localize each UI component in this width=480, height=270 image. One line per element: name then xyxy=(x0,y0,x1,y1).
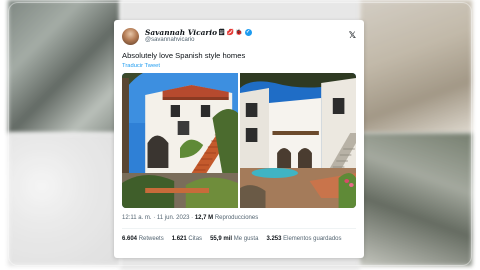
stat-retweets[interactable]: 6.604 Retweets xyxy=(122,236,164,242)
tweet-media xyxy=(122,73,356,208)
avatar[interactable] xyxy=(122,27,139,45)
tweet-text: Absolutely love Spanish style homes xyxy=(122,51,246,60)
x-logo-icon[interactable]: 𝕏 xyxy=(349,31,356,41)
stat-likes[interactable]: 55,9 mil Me gusta xyxy=(210,236,258,242)
views-count: 12,7 M xyxy=(194,215,214,221)
ladybug-emoji-icon: 🐞 xyxy=(235,28,243,36)
verified-badge-icon: ✓ xyxy=(244,29,252,37)
tweet-stats: 6.604 Retweets 1.621 Citas 55,9 mil Me g… xyxy=(122,236,356,242)
stat-quotes[interactable]: 1.621 Citas xyxy=(172,236,202,242)
notepad-emoji-icon: 🗒 xyxy=(218,28,226,36)
views-label: Reproducciones xyxy=(214,215,259,221)
tweet-timestamp[interactable]: 12:11 a. m. · 11 jun. 2023 · xyxy=(122,215,193,221)
tweet-header: Savannah Vicario 🗒 💋 🐞 ✓ @savannahvicari… xyxy=(122,26,356,46)
photo-house-staircase[interactable] xyxy=(122,73,238,208)
photo-courtyard-pool[interactable] xyxy=(240,73,356,208)
author-block: Savannah Vicario 🗒 💋 🐞 ✓ @savannahvicari… xyxy=(145,29,252,43)
author-handle[interactable]: @savannahvicario xyxy=(145,37,252,43)
translate-tweet-link[interactable]: Traducir Tweet xyxy=(122,63,356,69)
divider xyxy=(122,228,356,229)
display-name-text: Savannah Vicario xyxy=(145,27,218,37)
tweet-card: Savannah Vicario 🗒 💋 🐞 ✓ @savannahvicari… xyxy=(114,20,364,258)
tweet-meta: 12:11 a. m. · 11 jun. 2023 · 12,7 M Repr… xyxy=(122,215,356,221)
stat-bookmarks[interactable]: 3.253 Elementos guardados xyxy=(266,236,341,242)
author-display-name[interactable]: Savannah Vicario 🗒 💋 🐞 ✓ xyxy=(145,29,252,37)
lips-emoji-icon: 💋 xyxy=(226,28,235,36)
